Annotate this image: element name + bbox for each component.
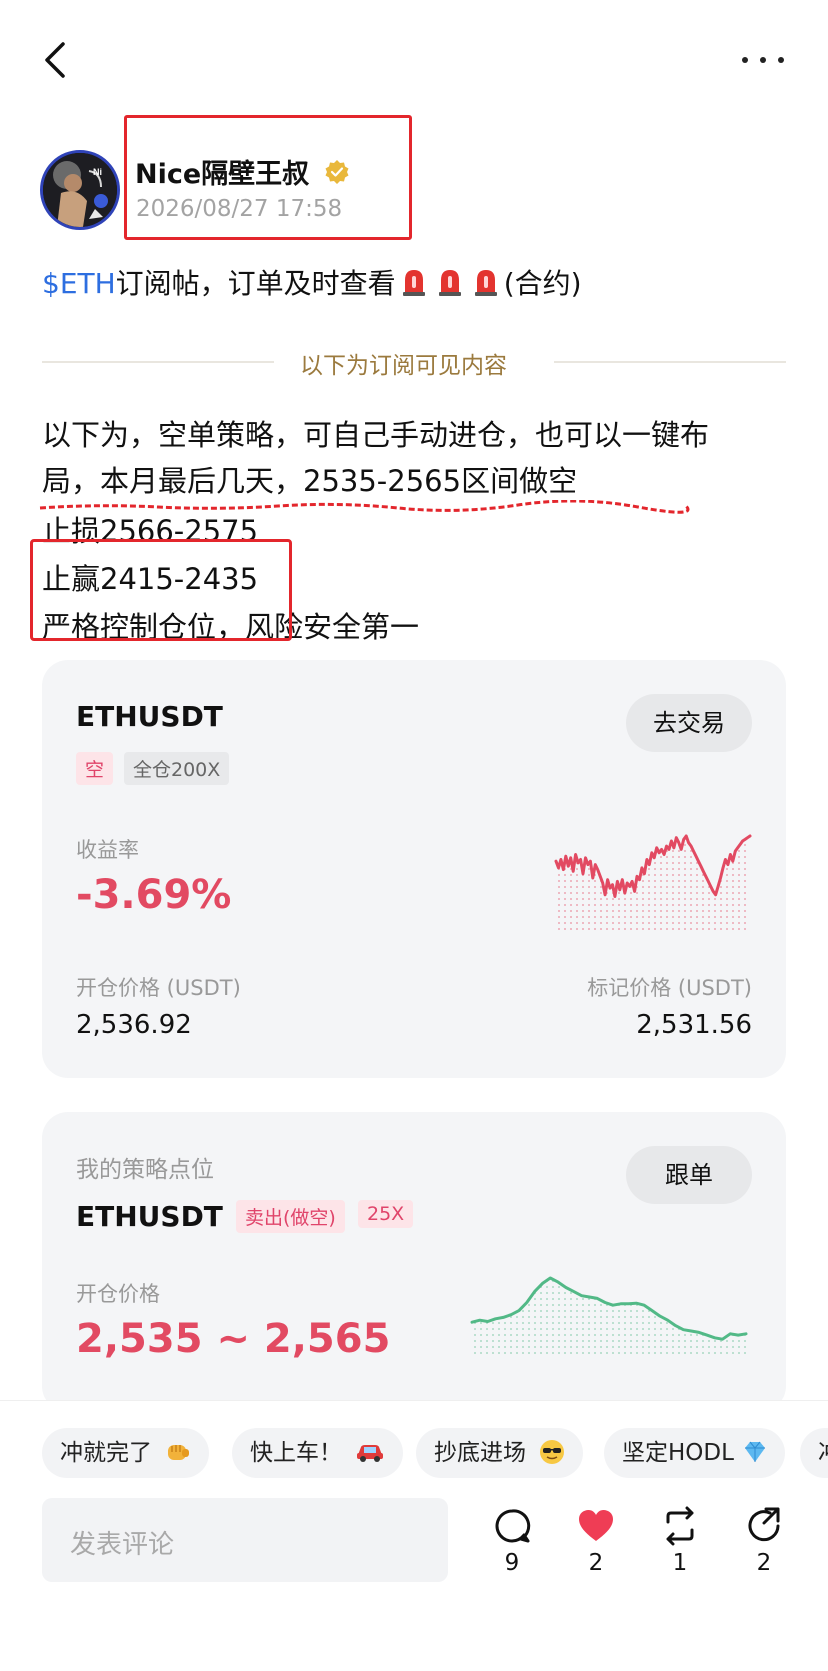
ticker-link[interactable]: $ETH [42, 267, 116, 300]
share-button[interactable]: 2 [744, 1506, 784, 1576]
follow-button[interactable]: 跟单 [626, 1146, 752, 1204]
post-title-text: 订阅帖，订单及时查看 [115, 267, 396, 300]
share-icon [748, 1507, 780, 1542]
back-button[interactable] [36, 36, 76, 84]
quick-reply-chip[interactable]: 快上车！ [232, 1428, 404, 1478]
comment-button[interactable]: 9 [492, 1506, 532, 1576]
post-title-suffix: (合约) [503, 267, 582, 300]
comment-icon [495, 1509, 531, 1543]
sunglasses-emoji-icon [540, 1440, 565, 1464]
open-price-label: 开仓价格 (USDT) [76, 976, 241, 1000]
diamond-emoji-icon [745, 1441, 766, 1462]
siren-emoji-icon [400, 266, 428, 303]
side-tag: 空 [76, 752, 114, 785]
repost-icon [666, 1506, 694, 1546]
quick-reply-chip[interactable]: 坚定HODL [604, 1428, 786, 1478]
fist-emoji-icon [168, 1445, 190, 1460]
post-line: 以下为，空单策略，可自己手动进仓，也可以一键布 [42, 418, 710, 452]
siren-emoji-icon [472, 266, 500, 303]
strategy-sparkline [470, 1276, 748, 1358]
like-count: 2 [588, 1550, 604, 1576]
trade-button[interactable]: 去交易 [626, 694, 752, 752]
post-line: 局，本月最后几天，2535-2565区间做空 [42, 464, 578, 498]
chevron-left-icon [45, 42, 65, 78]
pnl-sparkline [554, 834, 752, 932]
leverage-tag: 全仓200X [124, 752, 230, 785]
avatar-image: Ni [43, 153, 117, 227]
strategy-symbol: ETHUSDT [76, 1200, 223, 1233]
comment-input[interactable]: 发表评论 [42, 1498, 448, 1582]
like-button[interactable]: 2 [576, 1506, 616, 1576]
strategy-side-tag: 卖出(做空) [236, 1200, 345, 1233]
strategy-label: 我的策略点位 [76, 1157, 214, 1183]
heart-icon [579, 1510, 613, 1541]
position-symbol: ETHUSDT [76, 700, 223, 733]
more-dots-icon [742, 57, 748, 63]
divider-line-right [554, 361, 786, 363]
avatar[interactable]: Ni [40, 150, 120, 230]
car-emoji-icon [357, 1445, 384, 1462]
strategy-open-price-range: 2,535 ~ 2,565 [76, 1316, 391, 1362]
strategy-open-price-label: 开仓价格 [76, 1282, 160, 1306]
highlight-box-author [124, 115, 412, 240]
divider-line-left [42, 361, 274, 363]
post-title: $ETH订阅帖，订单及时查看 (合约) [42, 262, 582, 303]
strategy-leverage-tag: 25X [358, 1200, 414, 1228]
quick-reply-chip[interactable]: 冲就完了 [42, 1428, 210, 1478]
comment-count: 9 [504, 1550, 520, 1576]
share-count: 2 [756, 1550, 772, 1576]
subscription-divider-label: 以下为订阅可见内容 [300, 353, 507, 379]
mark-price-label: 标记价格 (USDT) [587, 976, 752, 1000]
yield-label: 收益率 [76, 838, 139, 862]
siren-emoji-icon [436, 266, 464, 303]
repost-button[interactable]: 1 [660, 1506, 700, 1576]
more-button[interactable] [738, 48, 788, 72]
yield-value: -3.69% [76, 872, 232, 918]
open-price-value: 2,536.92 [76, 1010, 192, 1040]
quick-reply-chip[interactable]: 抄底进场 [416, 1428, 584, 1478]
sparkline-area [472, 1278, 746, 1358]
mark-price-value: 2,531.56 [636, 1010, 752, 1040]
svg-text:Ni: Ni [93, 167, 102, 177]
highlight-box-take-profit [30, 539, 292, 641]
sparkline-area [556, 836, 750, 932]
comment-placeholder: 发表评论 [70, 1530, 175, 1560]
repost-count: 1 [672, 1550, 688, 1576]
